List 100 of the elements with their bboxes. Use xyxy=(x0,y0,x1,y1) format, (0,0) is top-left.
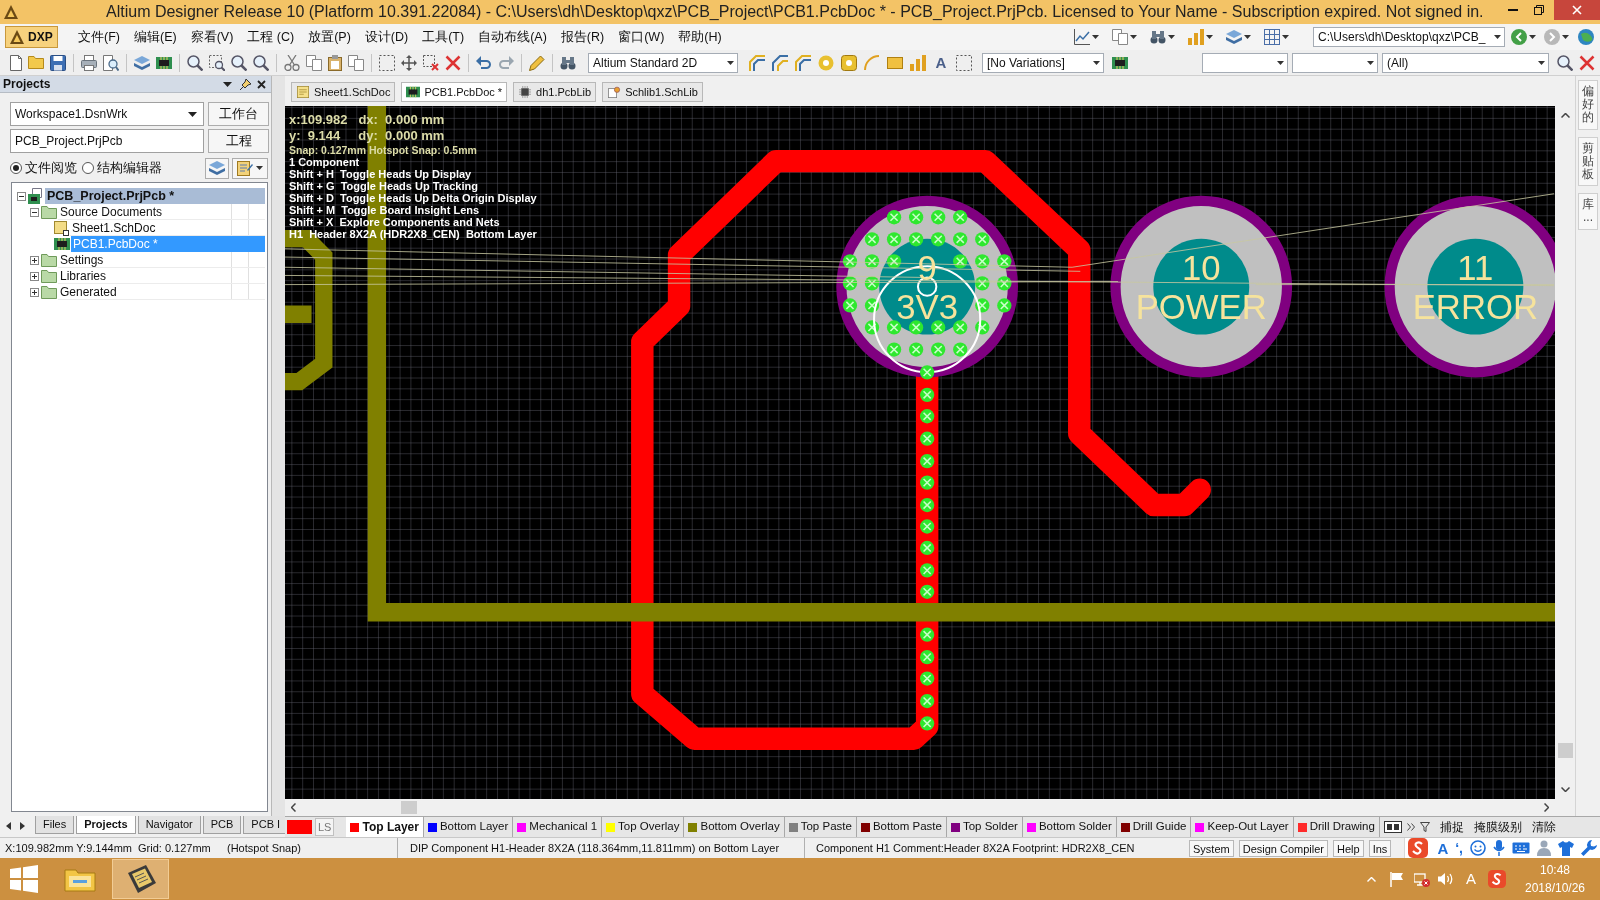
keyboard-icon[interactable] xyxy=(1512,842,1530,854)
dropdown-icon[interactable] xyxy=(223,81,232,87)
printer-icon[interactable] xyxy=(81,54,97,71)
pencil-icon[interactable] xyxy=(529,54,545,71)
input-mode-button[interactable]: A xyxy=(1437,840,1449,856)
radio-option[interactable]: 文件阅览 xyxy=(10,158,77,178)
pad-icon[interactable] xyxy=(841,54,857,71)
workspace-dropdown[interactable]: Workspace1.DsnWrk xyxy=(10,102,204,126)
panel-tab[interactable]: PCB xyxy=(202,816,242,834)
taskbar-button[interactable] xyxy=(112,859,169,899)
right-arrow-icon[interactable] xyxy=(20,822,25,830)
project-button[interactable]: 工程 xyxy=(208,129,269,153)
logo-icon[interactable] xyxy=(1488,870,1506,888)
windows-logo-icon[interactable] xyxy=(10,865,38,893)
menu-item[interactable]: 工具(T) xyxy=(415,27,472,47)
side-panel-tab[interactable]: 库... xyxy=(1578,193,1598,230)
zoom-icon[interactable] xyxy=(231,54,247,71)
caret-icon[interactable] xyxy=(1562,35,1569,39)
tree-item[interactable]: Libraries xyxy=(58,268,265,284)
project-field[interactable]: PCB_Project.PrjPcb xyxy=(10,129,204,153)
expand-icon[interactable] xyxy=(30,287,39,297)
collapse-icon[interactable] xyxy=(30,207,39,217)
caret-icon[interactable] xyxy=(1130,35,1137,39)
caret-icon[interactable] xyxy=(1244,35,1251,39)
page-icon[interactable] xyxy=(10,54,22,71)
pin-icon[interactable] xyxy=(240,78,251,90)
fill-icon[interactable] xyxy=(887,56,903,69)
menu-item[interactable]: 窗口(W) xyxy=(611,27,672,47)
chart-icon[interactable] xyxy=(1074,29,1090,45)
double-arrow-icon[interactable] xyxy=(1406,823,1415,831)
dashed-square-icon[interactable] xyxy=(956,54,972,71)
binoculars-icon[interactable] xyxy=(1150,29,1166,45)
microphone-icon[interactable] xyxy=(1493,840,1505,856)
scrollbar-thumb[interactable] xyxy=(401,801,417,814)
status-button[interactable]: Ins xyxy=(1368,839,1392,857)
globe-icon[interactable] xyxy=(1578,29,1594,45)
document-tab[interactable]: Schlib1.SchLib xyxy=(602,82,703,102)
tree-item[interactable]: Generated xyxy=(58,284,265,300)
panel-tab[interactable]: Files xyxy=(35,816,75,834)
caret-icon[interactable] xyxy=(1282,35,1289,39)
caret-icon[interactable] xyxy=(1168,35,1175,39)
smiley-icon[interactable] xyxy=(1470,840,1486,856)
collapse-icon[interactable] xyxy=(17,191,26,201)
left-arrow-icon[interactable] xyxy=(6,822,11,830)
route-icon[interactable] xyxy=(772,54,788,71)
radio-option[interactable]: 结构编辑器 xyxy=(82,158,162,178)
zoom-icon[interactable] xyxy=(187,54,203,71)
menu-item[interactable]: 工程 (C) xyxy=(240,27,302,47)
route-icon[interactable] xyxy=(749,54,765,71)
filter-dropdown[interactable]: (All) xyxy=(1382,52,1549,73)
filter-icon[interactable] xyxy=(1419,822,1430,832)
caret-icon[interactable] xyxy=(1206,35,1213,39)
menu-item[interactable]: 报告(R) xyxy=(553,27,612,47)
menu-item[interactable]: 察看(V) xyxy=(183,27,241,47)
status-button[interactable]: Help xyxy=(1333,839,1364,857)
zoom-area-icon[interactable] xyxy=(209,54,225,71)
menu-item[interactable]: 设计(D) xyxy=(357,27,416,47)
scrollbar-thumb[interactable] xyxy=(1557,743,1573,758)
expand-icon[interactable] xyxy=(30,255,39,265)
caret-icon[interactable] xyxy=(1529,35,1536,39)
text-tool-button[interactable]: A xyxy=(933,53,949,72)
flag-icon[interactable] xyxy=(1390,871,1404,887)
stack-icon[interactable] xyxy=(1226,29,1242,45)
zoom-icon[interactable] xyxy=(253,54,269,71)
board-icon[interactable] xyxy=(156,56,172,69)
document-tab[interactable]: Sheet1.SchDoc xyxy=(291,82,396,102)
status-button[interactable]: System xyxy=(1189,839,1234,857)
expand-icon[interactable] xyxy=(30,271,39,281)
menu-item[interactable]: 文件(F) xyxy=(71,27,127,47)
speaker-icon[interactable] xyxy=(1438,872,1454,886)
copy-icon[interactable] xyxy=(348,54,364,71)
binoculars-icon[interactable] xyxy=(560,55,576,70)
side-panel-tab[interactable]: 剪贴板 xyxy=(1578,136,1598,187)
grid-icon[interactable] xyxy=(1264,29,1280,45)
menu-item[interactable]: 编辑(E) xyxy=(126,27,184,47)
logo-icon[interactable] xyxy=(1408,838,1429,858)
undo-icon[interactable] xyxy=(476,55,492,70)
panel-tab[interactable]: Navigator xyxy=(137,816,201,834)
view-dropdown[interactable]: Altium Standard 2D xyxy=(588,52,738,73)
icon-button[interactable] xyxy=(205,157,229,179)
path-dropdown[interactable]: C:\Users\dh\Desktop\qxz\PCB_ xyxy=(1313,27,1505,47)
clipboard-icon[interactable] xyxy=(328,54,342,71)
show-hidden-icon[interactable] xyxy=(1367,876,1376,882)
menu-item[interactable]: 帮助(H) xyxy=(671,27,729,47)
variations-dropdown[interactable]: [No Variations] xyxy=(982,52,1104,73)
route-icon[interactable] xyxy=(795,54,811,71)
wrench-icon[interactable] xyxy=(1581,840,1597,856)
caret-icon[interactable] xyxy=(1092,35,1099,39)
zoom-icon[interactable] xyxy=(1557,54,1573,71)
workspace-button[interactable]: 工作台 xyxy=(208,102,269,126)
main-menu-button[interactable]: DXP xyxy=(5,26,58,48)
shirt-icon[interactable] xyxy=(1558,840,1574,856)
status-button[interactable]: Design Compiler xyxy=(1238,839,1328,857)
menu-item[interactable]: 放置(P) xyxy=(301,27,358,47)
save-icon[interactable] xyxy=(50,54,66,71)
tree-item[interactable]: PCB_Project.PrjPcb * xyxy=(45,188,265,204)
layer-set-icon[interactable] xyxy=(1383,821,1402,833)
layer-bar-button[interactable]: 清除 xyxy=(1531,818,1556,836)
move-icon[interactable] xyxy=(401,54,417,71)
close-icon[interactable] xyxy=(257,79,266,89)
